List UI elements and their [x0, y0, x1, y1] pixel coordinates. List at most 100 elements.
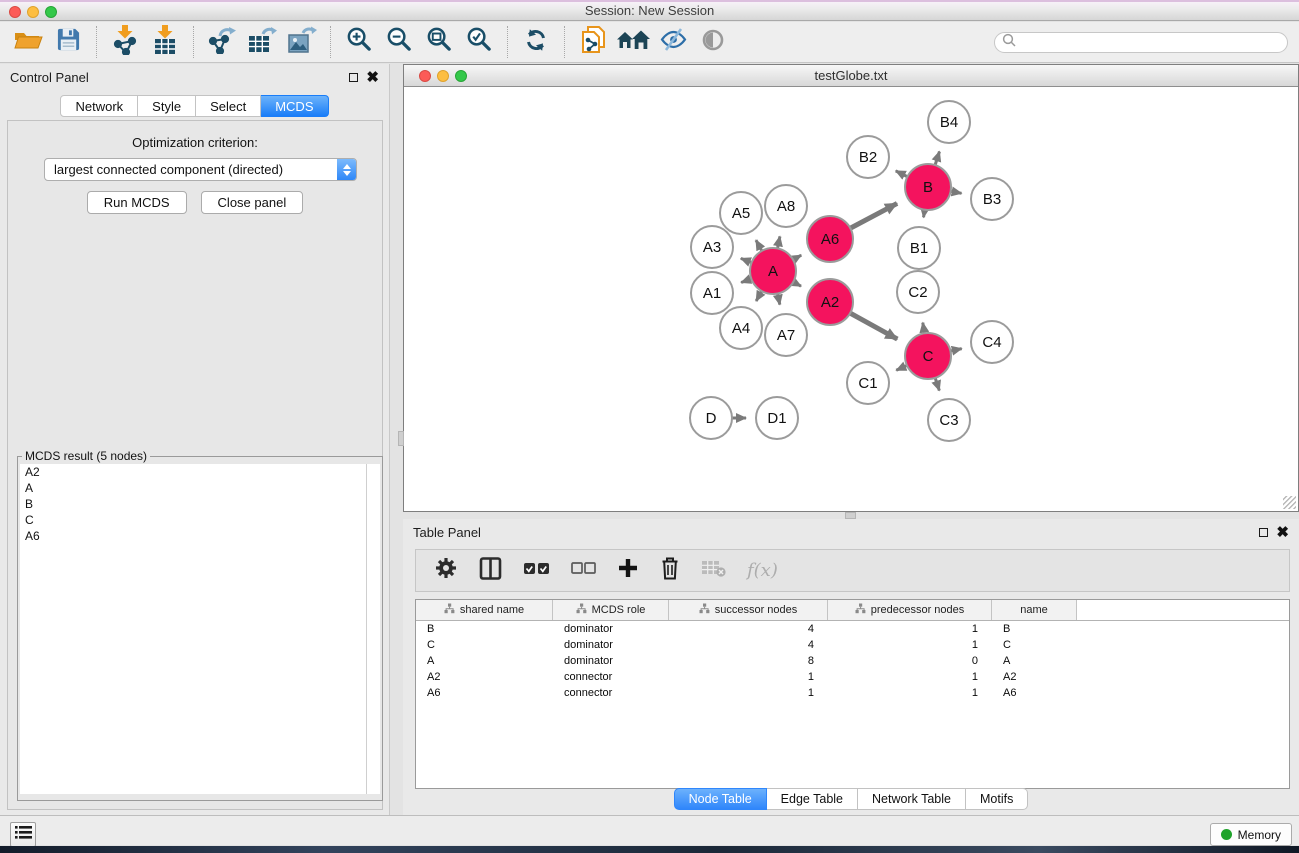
- zoom-out-button[interactable]: [379, 23, 419, 61]
- zoom-selected-button[interactable]: [459, 23, 499, 61]
- close-panel-icon[interactable]: ✖: [366, 73, 379, 83]
- table-cell[interactable]: B: [992, 621, 1077, 637]
- table-cell[interactable]: 8: [669, 653, 828, 669]
- import-table-button[interactable]: [145, 23, 185, 61]
- tab-select[interactable]: Select: [196, 95, 261, 117]
- column-layout-button[interactable]: [479, 557, 502, 585]
- task-history-button[interactable]: [10, 822, 36, 847]
- table-cell[interactable]: 1: [828, 637, 992, 653]
- select-all-rows-button[interactable]: [523, 561, 550, 581]
- table-row[interactable]: A6connector11A6: [416, 685, 1289, 701]
- tab-style[interactable]: Style: [138, 95, 196, 117]
- column-header-predecessor-nodes[interactable]: predecessor nodes: [828, 600, 992, 620]
- table-cell[interactable]: 1: [669, 685, 828, 701]
- table-row[interactable]: Bdominator41B: [416, 621, 1289, 637]
- column-header-shared-name[interactable]: shared name: [416, 600, 553, 620]
- criterion-select[interactable]: largest connected component (directed): [44, 158, 357, 181]
- node-label-A3: A3: [703, 239, 721, 256]
- delete-row-button[interactable]: [660, 556, 680, 585]
- houses-button[interactable]: [613, 23, 653, 61]
- add-row-button[interactable]: [617, 557, 639, 584]
- network-zoom-button[interactable]: [455, 70, 467, 82]
- result-item[interactable]: A6: [20, 528, 366, 544]
- open-session-button[interactable]: [8, 23, 48, 61]
- network-graph[interactable]: B4B2BB3A5A8A6A3B1AA1C2A2A4A7C4CC1C3DD1: [404, 88, 1298, 511]
- window-resize-grip[interactable]: [1283, 496, 1296, 509]
- table-cell[interactable]: connector: [553, 685, 669, 701]
- network-vertical-scrollbar-thumb[interactable]: [398, 431, 404, 446]
- search-input[interactable]: [1020, 34, 1287, 51]
- close-window-button[interactable]: [9, 6, 21, 18]
- table-cell[interactable]: C: [416, 637, 553, 653]
- network-minimize-button[interactable]: [437, 70, 449, 82]
- column-header-successor-nodes[interactable]: successor nodes: [669, 600, 828, 620]
- new-network-from-selection-button[interactable]: [573, 23, 613, 61]
- node-label-C4: C4: [982, 334, 1001, 351]
- table-cell[interactable]: 1: [669, 669, 828, 685]
- zoom-fit-button[interactable]: [419, 23, 459, 61]
- table-row[interactable]: A2connector11A2: [416, 669, 1289, 685]
- table-cell[interactable]: C: [992, 637, 1077, 653]
- delete-table-button[interactable]: [701, 558, 726, 583]
- node-label-C2: C2: [908, 284, 927, 301]
- run-mcds-button[interactable]: Run MCDS: [87, 191, 187, 214]
- result-item[interactable]: B: [20, 496, 366, 512]
- table-cell[interactable]: 1: [828, 621, 992, 637]
- result-item[interactable]: A2: [20, 464, 366, 480]
- table-row[interactable]: Adominator80A: [416, 653, 1289, 669]
- table-cell[interactable]: 4: [669, 621, 828, 637]
- zoom-in-button[interactable]: [339, 23, 379, 61]
- hide-selected-button[interactable]: [653, 23, 693, 61]
- export-table-button[interactable]: [242, 23, 282, 61]
- deselect-all-rows-button[interactable]: [571, 561, 596, 580]
- node-table: shared nameMCDS rolesuccessor nodesprede…: [415, 599, 1290, 789]
- save-session-button[interactable]: [48, 23, 88, 61]
- table-cell[interactable]: 1: [828, 669, 992, 685]
- table-cell[interactable]: 0: [828, 653, 992, 669]
- table-cell[interactable]: A2: [992, 669, 1077, 685]
- float-panel-icon[interactable]: [349, 73, 358, 82]
- table-cell[interactable]: A6: [992, 685, 1077, 701]
- table-cell[interactable]: dominator: [553, 621, 669, 637]
- table-cell[interactable]: 1: [828, 685, 992, 701]
- tab-edge-table[interactable]: Edge Table: [767, 788, 858, 810]
- tab-network-table[interactable]: Network Table: [858, 788, 966, 810]
- zoom-window-button[interactable]: [45, 6, 57, 18]
- tab-node-table[interactable]: Node Table: [674, 788, 767, 810]
- table-cell[interactable]: dominator: [553, 637, 669, 653]
- result-item[interactable]: A: [20, 480, 366, 496]
- show-all-button[interactable]: [693, 23, 733, 61]
- export-network-button[interactable]: [202, 23, 242, 61]
- minimize-window-button[interactable]: [27, 6, 39, 18]
- table-cell[interactable]: A: [416, 653, 553, 669]
- result-item[interactable]: C: [20, 512, 366, 528]
- float-panel-icon[interactable]: [1259, 528, 1268, 537]
- table-cell[interactable]: 4: [669, 637, 828, 653]
- delete-table-icon: [701, 558, 726, 583]
- table-cell[interactable]: dominator: [553, 653, 669, 669]
- table-cell[interactable]: A2: [416, 669, 553, 685]
- result-scrollbar[interactable]: [366, 464, 380, 794]
- table-settings-button[interactable]: [434, 556, 458, 585]
- tab-motifs[interactable]: Motifs: [966, 788, 1028, 810]
- close-panel-icon[interactable]: ✖: [1276, 528, 1289, 538]
- table-row[interactable]: Cdominator41C: [416, 637, 1289, 653]
- table-cell[interactable]: B: [416, 621, 553, 637]
- tab-network[interactable]: Network: [60, 95, 138, 117]
- function-builder-button[interactable]: f(x): [747, 560, 778, 581]
- close-panel-button[interactable]: Close panel: [201, 191, 304, 214]
- export-image-button[interactable]: [282, 23, 322, 61]
- table-cell[interactable]: A6: [416, 685, 553, 701]
- memory-button[interactable]: Memory: [1210, 823, 1292, 846]
- search-field[interactable]: [994, 32, 1288, 53]
- refresh-view-button[interactable]: [516, 23, 556, 61]
- network-horizontal-scrollbar-thumb[interactable]: [845, 512, 856, 519]
- table-cell[interactable]: A: [992, 653, 1077, 669]
- network-close-button[interactable]: [419, 70, 431, 82]
- column-header-MCDS-role[interactable]: MCDS role: [553, 600, 669, 620]
- import-network-button[interactable]: [105, 23, 145, 61]
- column-header-name[interactable]: name: [992, 600, 1077, 620]
- new-network-document-icon: [580, 25, 607, 60]
- table-cell[interactable]: connector: [553, 669, 669, 685]
- tab-mcds[interactable]: MCDS: [261, 95, 328, 117]
